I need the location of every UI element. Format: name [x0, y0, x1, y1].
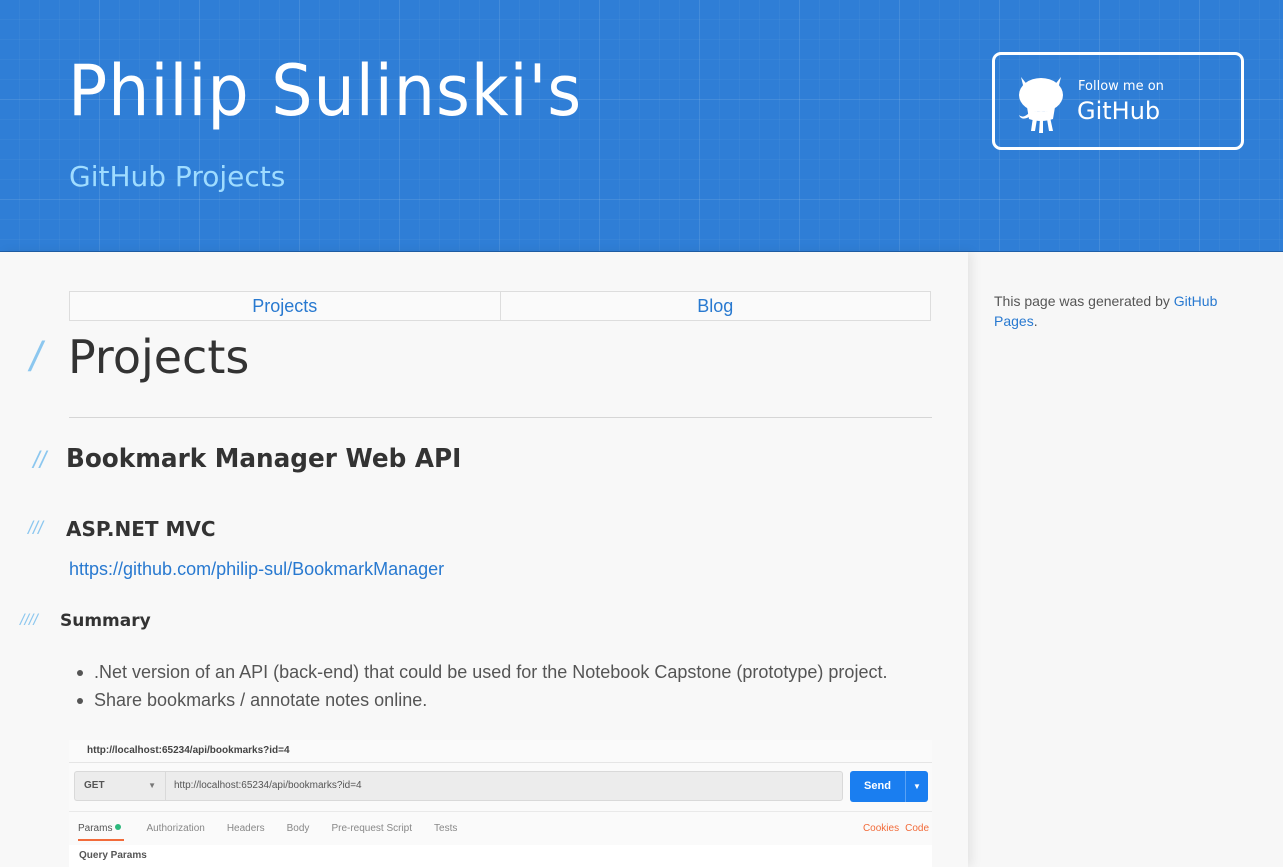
summary-list: .Net version of an API (back-end) that c… — [76, 658, 887, 714]
tab-tests: Tests — [434, 823, 458, 834]
divider — [69, 762, 932, 763]
site-header: Philip Sulinski's GitHub Projects Follow… — [0, 0, 1283, 252]
sidebar: This page was generated by GitHub Pages. — [994, 291, 1254, 331]
follow-small-text: Follow me on — [1078, 79, 1164, 94]
h1-slashes: / — [30, 333, 42, 380]
summary-heading: Summary — [60, 611, 151, 631]
site-title: Philip Sulinski's — [68, 50, 583, 132]
postman-screenshot: http://localhost:65234/api/bookmarks?id=… — [69, 740, 932, 867]
h4-slashes: //// — [20, 612, 38, 629]
postman-right-links: Cookies Code — [857, 823, 929, 834]
request-url-field: http://localhost:65234/api/bookmarks?id=… — [165, 771, 843, 801]
tab-params: Params — [78, 823, 125, 841]
tab-headers: Headers — [226, 823, 265, 834]
list-item: Share bookmarks / annotate notes online. — [76, 686, 887, 714]
follow-github-button[interactable]: Follow me on GitHub — [992, 52, 1244, 150]
follow-big-text: GitHub — [1077, 97, 1161, 125]
h3-slashes: /// — [28, 518, 44, 538]
tab-body: Body — [286, 823, 310, 834]
code-link: Code — [905, 823, 929, 834]
tab-pre-request-script: Pre-request Script — [331, 823, 413, 834]
send-button: Send — [850, 771, 905, 802]
repo-link[interactable]: https://github.com/philip-sul/BookmarkMa… — [69, 559, 444, 580]
method-label: GET — [84, 780, 105, 791]
sidebar-text: This page was generated by — [994, 293, 1174, 309]
h2-slashes: // — [33, 447, 47, 474]
divider — [69, 811, 932, 812]
tab-authorization: Authorization — [146, 823, 205, 834]
request-tabs: Params Authorization Headers Body Pre-re… — [69, 823, 457, 841]
heading-divider — [69, 417, 932, 418]
sidebar-text-end: . — [1033, 313, 1038, 329]
project-subtitle: ASP.NET MVC — [66, 517, 216, 541]
octocat-icon — [1019, 77, 1063, 133]
chevron-down-icon: ▼ — [905, 771, 928, 802]
main-nav: Projects Blog — [69, 291, 931, 321]
site-subtitle: GitHub Projects — [69, 160, 286, 193]
nav-item-blog[interactable]: Blog — [499, 292, 931, 320]
cookies-link: Cookies — [862, 823, 900, 834]
postman-request-title: http://localhost:65234/api/bookmarks?id=… — [87, 745, 290, 756]
method-select: GET ▼ — [74, 771, 165, 801]
project-title: Bookmark Manager Web API — [66, 444, 462, 474]
query-params-header: Query Params — [69, 845, 932, 867]
list-item: .Net version of an API (back-end) that c… — [76, 658, 887, 686]
nav-item-projects[interactable]: Projects — [70, 292, 500, 320]
page-heading: Projects — [68, 330, 250, 384]
chevron-down-icon: ▼ — [148, 781, 156, 790]
status-dot-icon — [115, 824, 122, 830]
